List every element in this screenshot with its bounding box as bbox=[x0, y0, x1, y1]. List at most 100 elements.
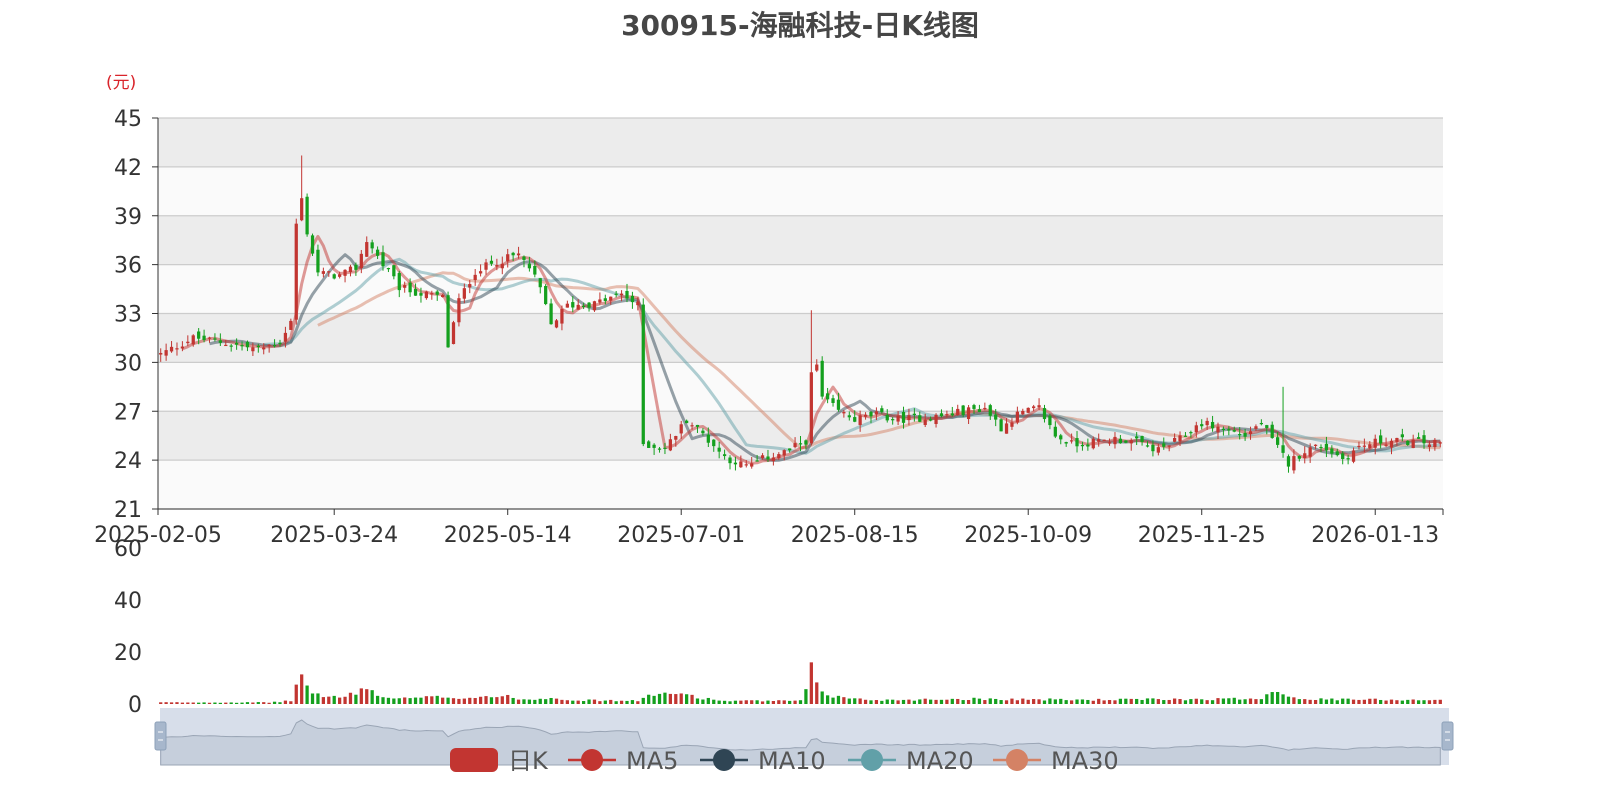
legend-label[interactable]: MA30 bbox=[1051, 747, 1119, 775]
volume-bar bbox=[1335, 700, 1339, 704]
candle-body bbox=[722, 454, 727, 457]
volume-bar bbox=[1276, 691, 1280, 704]
candle-body bbox=[587, 302, 591, 308]
zoom-handle[interactable] bbox=[1441, 721, 1454, 751]
candle-body bbox=[245, 341, 250, 348]
volume-bar bbox=[544, 699, 548, 704]
candle-body bbox=[1379, 435, 1383, 444]
candle-body bbox=[1389, 440, 1394, 448]
candle-body bbox=[207, 337, 212, 339]
candle-body bbox=[213, 338, 217, 340]
candle-body bbox=[1102, 439, 1106, 441]
legend-marker-dot[interactable] bbox=[1006, 749, 1028, 771]
price-grid-band bbox=[158, 313, 1443, 363]
volume-bar bbox=[609, 699, 613, 704]
kline-chart: 2124273033363942452025-02-05 2025-03-24 20… bbox=[94, 107, 1454, 775]
volume-bar bbox=[197, 702, 201, 704]
candle-body bbox=[1438, 442, 1442, 444]
volume-bar bbox=[668, 693, 672, 704]
candle-body bbox=[581, 305, 586, 308]
volume-bar bbox=[549, 697, 553, 704]
candle-body bbox=[1243, 432, 1247, 437]
candle-body bbox=[1091, 438, 1095, 449]
candle-body bbox=[1037, 405, 1041, 408]
candle-body bbox=[1097, 439, 1101, 442]
volume-bar bbox=[272, 701, 277, 704]
volume-bar bbox=[972, 697, 976, 704]
candle-body bbox=[370, 242, 374, 249]
volume-bar bbox=[1308, 699, 1312, 704]
candle-body bbox=[874, 411, 879, 415]
volume-bar bbox=[262, 702, 266, 704]
volume-bar bbox=[186, 702, 190, 704]
legend-marker-dot[interactable] bbox=[581, 749, 603, 771]
volume-bar bbox=[674, 694, 678, 704]
candle-body bbox=[1232, 430, 1236, 432]
volume-bar bbox=[1205, 700, 1209, 704]
candle-body bbox=[1346, 458, 1350, 460]
candle-body bbox=[392, 265, 396, 277]
candle-body bbox=[576, 304, 580, 310]
volume-bar bbox=[381, 697, 385, 704]
volume-bar bbox=[1162, 700, 1166, 704]
volume-bar bbox=[766, 700, 770, 704]
volume-bar bbox=[956, 698, 960, 704]
candle-body bbox=[1308, 447, 1312, 457]
candle-body bbox=[1048, 415, 1052, 426]
volume-bar bbox=[1227, 698, 1231, 704]
zoom-handle[interactable] bbox=[154, 721, 167, 751]
legend-label[interactable]: MA10 bbox=[758, 747, 826, 775]
volume-bar bbox=[885, 699, 889, 704]
volume-bar bbox=[1286, 696, 1291, 704]
legend-marker-dot[interactable] bbox=[713, 749, 735, 771]
candle-body bbox=[1216, 426, 1220, 433]
candle-body bbox=[701, 430, 705, 434]
volume-bar bbox=[1248, 698, 1253, 704]
candle-body bbox=[782, 450, 786, 456]
candle-body bbox=[386, 268, 391, 270]
candle-body bbox=[994, 414, 998, 420]
volume-bar bbox=[1151, 698, 1155, 704]
legend-marker-kline[interactable] bbox=[450, 748, 498, 772]
candle-body bbox=[424, 291, 429, 299]
candle-body bbox=[457, 298, 461, 323]
candle-body bbox=[690, 425, 694, 427]
candle-body bbox=[1319, 446, 1323, 449]
candle-body bbox=[891, 419, 895, 421]
candle-body bbox=[1156, 447, 1160, 453]
volume-bar bbox=[630, 700, 635, 704]
volume-bar bbox=[218, 702, 222, 704]
candle-body bbox=[251, 347, 255, 352]
candle-body bbox=[1292, 456, 1296, 471]
volume-bar bbox=[793, 700, 797, 704]
volume-bar bbox=[690, 694, 694, 704]
legend-label[interactable]: MA20 bbox=[906, 747, 974, 775]
volume-bar bbox=[565, 700, 569, 704]
price-tick-label: 21 bbox=[114, 498, 142, 523]
volume-bar bbox=[880, 700, 884, 704]
candle-body bbox=[1238, 434, 1242, 436]
candle-body bbox=[1297, 455, 1301, 459]
candle-body bbox=[1194, 425, 1198, 433]
volume-bar bbox=[809, 662, 813, 704]
volume-bar bbox=[652, 695, 656, 704]
legend-label[interactable]: MA5 bbox=[626, 747, 678, 775]
volume-bar bbox=[934, 699, 938, 704]
volume-bar bbox=[1292, 697, 1296, 704]
volume-bar bbox=[413, 697, 418, 704]
volume-tick-label: 60 bbox=[114, 537, 142, 562]
volume-bar bbox=[169, 702, 174, 704]
candle-body bbox=[1281, 445, 1285, 453]
candle-body bbox=[159, 352, 163, 355]
legend-label[interactable]: 日K bbox=[508, 747, 549, 775]
volume-bar bbox=[1303, 699, 1307, 704]
volume-bar bbox=[874, 700, 879, 704]
volume-bar bbox=[283, 700, 288, 704]
candle-body bbox=[446, 295, 450, 348]
candle-body bbox=[169, 346, 174, 352]
volume-bar bbox=[354, 694, 358, 704]
legend-marker-dot[interactable] bbox=[861, 749, 883, 771]
volume-bar bbox=[592, 699, 597, 704]
volume-bar bbox=[560, 699, 564, 704]
volume-bar bbox=[1216, 698, 1220, 704]
